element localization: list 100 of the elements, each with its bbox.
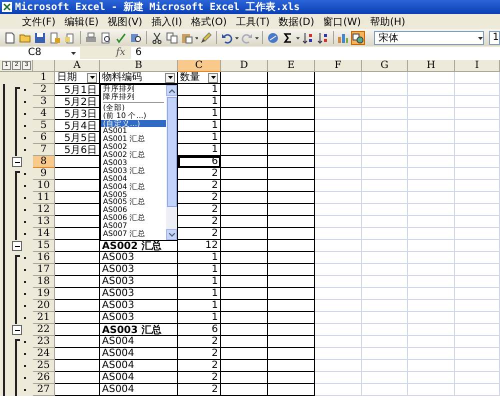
- menu-item[interactable]: 数据(D): [278, 14, 314, 28]
- row-header[interactable]: 24: [33, 348, 55, 360]
- row-header[interactable]: 17: [33, 264, 55, 276]
- toolbar-button[interactable]: [316, 30, 330, 44]
- row-header[interactable]: 2: [33, 84, 55, 96]
- table-cell: 2: [178, 360, 221, 372]
- scroll-down-button[interactable]: [166, 229, 177, 240]
- caret-icon[interactable]: [235, 34, 240, 40]
- row-header[interactable]: 3: [33, 96, 55, 108]
- table-cell: [268, 216, 315, 228]
- row-header[interactable]: 22: [33, 324, 55, 336]
- table-cell: AS004: [100, 348, 178, 360]
- formula-field[interactable]: 6: [131, 46, 500, 58]
- table-cell: [362, 312, 408, 324]
- column-header[interactable]: G: [362, 60, 408, 72]
- menu-item[interactable]: 工具(T): [236, 14, 270, 28]
- table-cell: [408, 276, 455, 288]
- row-header[interactable]: 13: [33, 216, 55, 228]
- row-header[interactable]: 1: [33, 72, 55, 84]
- column-header[interactable]: A: [55, 60, 100, 72]
- column-header[interactable]: E: [268, 60, 315, 72]
- row-header[interactable]: 11: [33, 192, 55, 204]
- row-header[interactable]: 26: [33, 372, 55, 384]
- table-cell: [362, 252, 408, 264]
- menu-item[interactable]: 插入(I): [151, 14, 182, 28]
- filter-dropdown-button[interactable]: [165, 72, 175, 82]
- menu-item[interactable]: 帮助(H): [370, 14, 406, 28]
- menu-item[interactable]: 文件(F): [22, 14, 56, 28]
- scrollbar-thumb[interactable]: [166, 97, 176, 207]
- table-cell: [221, 300, 268, 312]
- row-header[interactable]: 5: [33, 120, 55, 132]
- row-header[interactable]: 9: [33, 168, 55, 180]
- caret-icon[interactable]: [296, 34, 300, 40]
- row-header[interactable]: 4: [33, 108, 55, 120]
- row-header[interactable]: 10: [33, 180, 55, 192]
- font-field[interactable]: 宋体: [374, 30, 484, 44]
- table-cell: [455, 108, 500, 120]
- table-cell: [221, 348, 268, 360]
- toolbar-button[interactable]: [351, 30, 366, 44]
- filter-dropdown-button[interactable]: [208, 72, 218, 82]
- caret-icon[interactable]: [478, 34, 483, 40]
- table-cell: [221, 132, 268, 144]
- table-cell: [408, 144, 455, 156]
- column-header[interactable]: H: [408, 60, 455, 72]
- menu-item[interactable]: 窗口(W): [323, 14, 361, 28]
- table-cell: [221, 324, 268, 336]
- table-cell: [408, 72, 455, 84]
- row-header[interactable]: 19: [33, 288, 55, 300]
- collapse-button[interactable]: [12, 241, 22, 251]
- row-header[interactable]: 27: [33, 384, 55, 396]
- table-cell: [268, 240, 315, 252]
- table-cell: [408, 216, 455, 228]
- caret-icon[interactable]: [71, 50, 76, 56]
- row-header[interactable]: 15: [33, 240, 55, 252]
- row-header[interactable]: 14: [33, 228, 55, 240]
- toolbar-button[interactable]: [150, 30, 164, 44]
- row-header[interactable]: 23: [33, 336, 55, 348]
- toolbar-button[interactable]: [300, 30, 314, 44]
- caret-icon[interactable]: [255, 34, 259, 40]
- table-cell: [455, 156, 500, 168]
- menu-item[interactable]: 格式(O): [191, 14, 227, 28]
- table-cell: [221, 336, 268, 348]
- column-header[interactable]: C: [178, 60, 221, 72]
- toolbar-button[interactable]: [33, 30, 47, 44]
- row-header[interactable]: 25: [33, 360, 55, 372]
- table-cell: [408, 168, 455, 180]
- column-header[interactable]: B: [100, 60, 178, 72]
- table-cell: [408, 312, 455, 324]
- font-size-field[interactable]: 1: [488, 30, 500, 44]
- collapse-button[interactable]: [12, 325, 22, 335]
- row-header[interactable]: 20: [33, 300, 55, 312]
- name-box[interactable]: C8: [0, 46, 80, 58]
- table-cell: [315, 216, 362, 228]
- column-header[interactable]: D: [221, 60, 268, 72]
- table-cell: [362, 120, 408, 132]
- table-cell: [408, 228, 455, 240]
- column-header[interactable]: I: [455, 60, 500, 72]
- scroll-up-button[interactable]: [166, 85, 177, 96]
- row-header[interactable]: 16: [33, 252, 55, 264]
- row-header[interactable]: 6: [33, 132, 55, 144]
- column-header[interactable]: F: [315, 60, 362, 72]
- table-cell: [315, 84, 362, 96]
- row-header[interactable]: 8: [33, 156, 55, 168]
- row-header[interactable]: 12: [33, 204, 55, 216]
- toolbar-button[interactable]: [98, 30, 113, 44]
- collapse-button[interactable]: [12, 157, 22, 167]
- table-cell: [55, 300, 100, 312]
- row-header[interactable]: 18: [33, 276, 55, 288]
- function-label[interactable]: fx: [116, 47, 126, 58]
- table-cell: 2: [178, 336, 221, 348]
- menu-item[interactable]: 视图(V): [108, 14, 142, 28]
- table-cell: [315, 348, 362, 360]
- row-header[interactable]: 21: [33, 312, 55, 324]
- caret-icon[interactable]: [194, 34, 198, 40]
- menu-item[interactable]: 编辑(E): [64, 14, 99, 28]
- table-cell: [315, 132, 362, 144]
- table-cell: [408, 240, 455, 252]
- filter-dropdown-button[interactable]: [87, 72, 97, 82]
- row-header[interactable]: 7: [33, 144, 55, 156]
- clipboard-icon: [180, 32, 193, 44]
